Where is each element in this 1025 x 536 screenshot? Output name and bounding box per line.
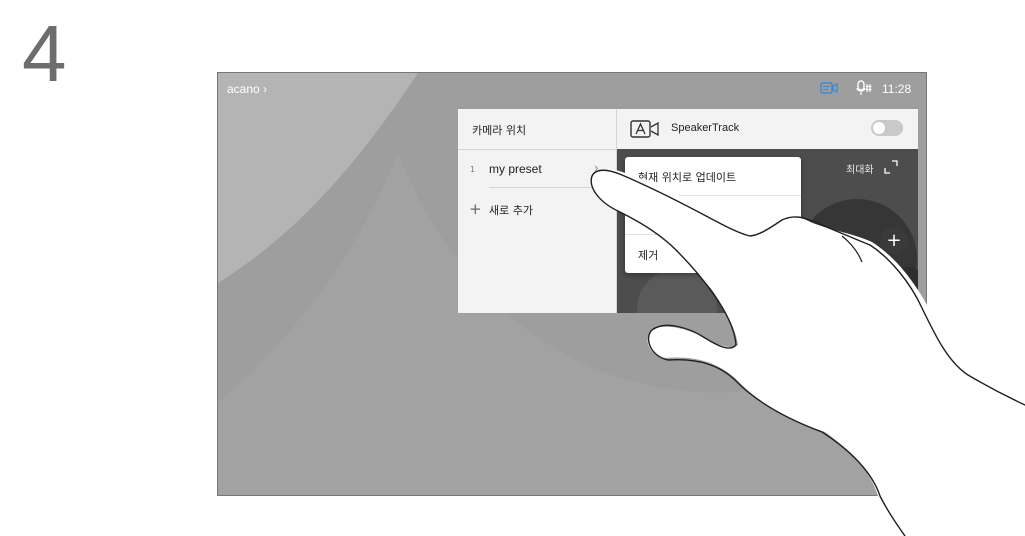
divider <box>489 187 616 188</box>
chevron-right-icon: › <box>263 82 268 96</box>
touch-screen: acano › 11:28 카메라 위치 1 my preset › + 새로 … <box>217 72 927 496</box>
maximize-label: 최대화 <box>846 165 874 176</box>
presets-title: 카메라 위치 <box>472 124 527 137</box>
menu-item-rename[interactable]: 이름 변경 <box>625 196 801 234</box>
status-bar: acano › 11:28 <box>218 73 926 103</box>
clock: 11:28 <box>882 82 912 96</box>
preset-index: 1 <box>470 165 476 174</box>
speakertrack-icon <box>630 120 659 138</box>
camera-active-icon[interactable] <box>820 81 838 95</box>
menu-item-label: 제거 <box>638 249 659 262</box>
divider <box>458 149 616 150</box>
menu-item-update-position[interactable]: 현재 위치로 업데이트 <box>625 157 801 195</box>
camera-control-panel: 카메라 위치 1 my preset › + 새로 추가 SpeakerTrac… <box>458 109 918 313</box>
preset-context-menu: 현재 위치로 업데이트 이름 변경 제거 <box>625 157 801 273</box>
add-preset-button[interactable]: + 새로 추가 <box>458 195 616 225</box>
maximize-icon[interactable] <box>884 160 898 174</box>
chevron-right-icon[interactable]: › <box>594 161 599 175</box>
camera-presets-column: 카메라 위치 1 my preset › + 새로 추가 <box>458 109 617 313</box>
plus-icon: + <box>469 200 482 218</box>
preset-item[interactable]: 1 my preset › <box>458 153 616 187</box>
speakertrack-label: SpeakerTrack <box>671 122 740 134</box>
toggle-knob <box>873 122 885 134</box>
zoom-in-button[interactable]: + <box>880 227 908 255</box>
speakertrack-toggle[interactable] <box>871 120 903 136</box>
site-name-label: acano <box>227 82 260 96</box>
site-name[interactable]: acano › <box>227 82 267 96</box>
add-preset-label: 새로 추가 <box>489 204 533 217</box>
preset-name: my preset <box>489 162 542 176</box>
speakertrack-row: SpeakerTrack <box>617 109 918 149</box>
menu-item-remove[interactable]: 제거 <box>625 235 801 273</box>
microphone-icon[interactable] <box>856 80 872 96</box>
menu-item-label: 이름 변경 <box>638 210 682 223</box>
step-number: 4 <box>22 9 67 98</box>
menu-item-label: 현재 위치로 업데이트 <box>638 171 737 184</box>
